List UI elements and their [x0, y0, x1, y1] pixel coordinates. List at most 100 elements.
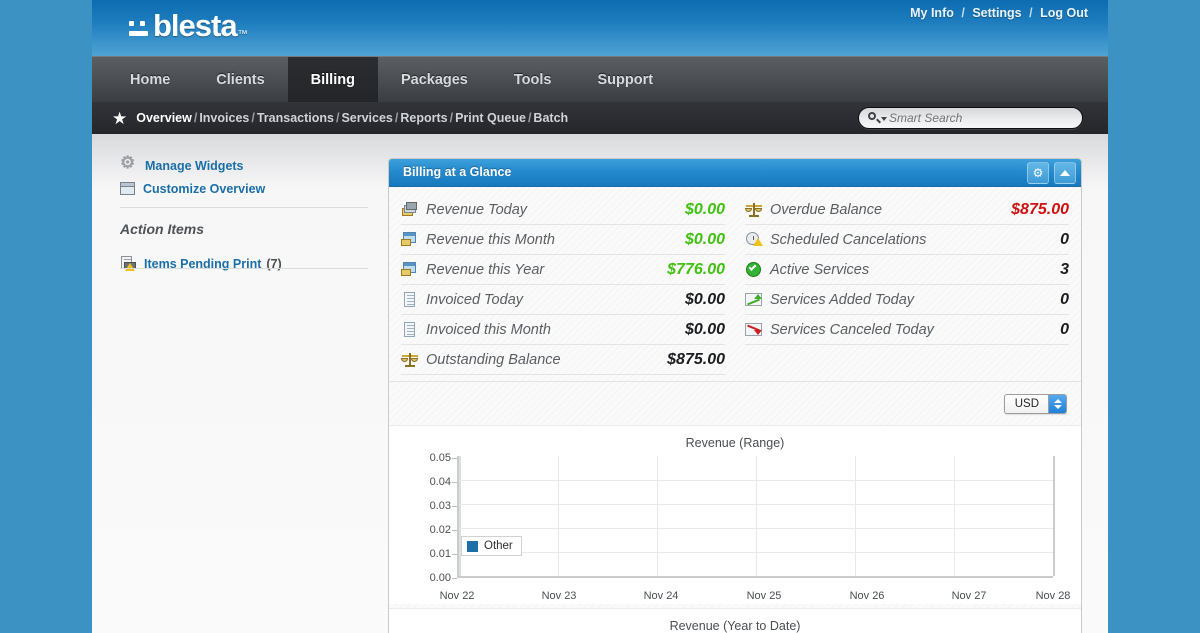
page-root: blesta ™ My Info / Settings / Log Out Ho… [0, 0, 1200, 633]
subnav-item-overview[interactable]: Overview [136, 111, 192, 125]
currency-select[interactable]: USD [1003, 393, 1067, 414]
settings-link[interactable]: Settings [972, 6, 1021, 20]
document-icon [401, 291, 419, 308]
y-axis-tick: 0.05 [429, 452, 451, 464]
sidebar-divider-1 [120, 207, 368, 208]
widget-header: Billing at a Glance ⚙ [389, 159, 1081, 187]
stat-revenue-this-month: Revenue this Month $0.00 [401, 225, 725, 255]
nav-item-home[interactable]: Home [107, 57, 193, 102]
stat-value: $875.00 [1011, 200, 1069, 218]
calendar-money-icon [401, 231, 419, 248]
stat-label: Overdue Balance [770, 201, 883, 218]
sidebar-item-manage-widgets[interactable]: Manage Widgets [120, 154, 370, 177]
widget-collapse-chevron-up-icon[interactable] [1054, 162, 1076, 184]
widget-settings-gear-icon[interactable]: ⚙ [1027, 162, 1049, 184]
top-header: blesta ™ My Info / Settings / Log Out [92, 0, 1108, 56]
x-axis-tick: Nov 23 [541, 590, 577, 602]
legend-swatch-icon [467, 540, 478, 552]
nav-item-billing[interactable]: Billing [287, 57, 378, 102]
trademark-symbol: ™ [237, 29, 248, 40]
nav-item-support[interactable]: Support [574, 57, 676, 102]
balance-scale-icon [745, 202, 763, 218]
stat-label: Outstanding Balance [426, 351, 561, 368]
stat-label: Revenue this Month [426, 231, 555, 248]
star-icon: ★ [112, 108, 128, 128]
subnav-item-batch[interactable]: Batch [533, 111, 568, 125]
stats-column-left: Revenue Today $0.00 Revenue this Month $… [401, 195, 735, 375]
subnav-item-transactions[interactable]: Transactions [257, 111, 334, 125]
search-icon[interactable] [868, 111, 887, 125]
sidebar-item-label: Manage Widgets [145, 158, 244, 173]
account-links: My Info / Settings / Log Out [910, 6, 1088, 20]
chart-up-icon [745, 292, 763, 308]
stat-value: 0 [1060, 290, 1069, 308]
subnav-item-services[interactable]: Services [341, 111, 392, 125]
widget-body: Revenue Today $0.00 Revenue this Month $… [389, 187, 1081, 633]
my-info-link[interactable]: My Info [910, 6, 954, 20]
stat-label: Services Canceled Today [770, 321, 934, 338]
subnav-item-invoices[interactable]: Invoices [199, 111, 249, 125]
x-axis-tick: Nov 26 [849, 590, 885, 602]
y-axis-tick: 0.04 [429, 476, 451, 488]
billing-at-a-glance-widget: Billing at a Glance ⚙ Revenue Today $0.0… [388, 158, 1082, 633]
stat-label: Scheduled Cancelations [770, 231, 927, 248]
blesta-logo[interactable]: blesta ™ [127, 8, 248, 43]
calendar-money-icon [401, 261, 419, 278]
nav-item-clients[interactable]: Clients [193, 57, 287, 102]
gear-icon [120, 154, 137, 173]
green-check-icon [745, 261, 763, 278]
stat-revenue-today: Revenue Today $0.00 [401, 195, 725, 225]
chart-down-icon [745, 322, 763, 338]
nav-item-packages[interactable]: Packages [378, 57, 491, 102]
y-axis-tick: 0.00 [429, 572, 451, 584]
stat-value: $0.00 [684, 290, 725, 308]
subnav-item-reports[interactable]: Reports [400, 111, 447, 125]
stat-value: $0.00 [684, 230, 725, 248]
chart-title: Revenue (Year to Date) [669, 619, 801, 633]
stat-label: Invoiced Today [426, 291, 524, 308]
subnav-sep-2: / [251, 111, 255, 125]
stat-active-services: Active Services 3 [745, 255, 1069, 285]
stat-value: $0.00 [684, 200, 725, 218]
stat-invoiced-today: Invoiced Today $0.00 [401, 285, 725, 315]
revenue-ytd-chart: Revenue (Year to Date) [389, 608, 1081, 633]
balance-scale-icon [401, 352, 419, 368]
search-input[interactable] [889, 111, 1069, 125]
stat-revenue-this-year: Revenue this Year $776.00 [401, 255, 725, 285]
sub-navigation: ★ Overview / Invoices / Transactions / Service… [92, 102, 1108, 134]
nav-item-tools[interactable]: Tools [491, 57, 575, 102]
action-items-title: Action Items [120, 221, 205, 237]
subnav-sep-5: / [449, 111, 454, 125]
sidebar: Manage Widgets Customize Overview [120, 154, 370, 200]
window-icon [120, 182, 135, 195]
blesta-logo-text: blesta [153, 8, 238, 43]
sidebar-item-customize-overview[interactable]: Customize Overview [120, 177, 370, 200]
sidebar-item-items-pending-print[interactable]: Items Pending Print (7) [120, 252, 370, 275]
sidebar-divider-2 [120, 268, 368, 269]
subnav-sep-1: / [193, 111, 198, 125]
main-navigation: Home Clients Billing Packages Tools Supp… [92, 56, 1108, 102]
stepper-arrows-icon[interactable] [1048, 394, 1066, 413]
body-region: Manage Widgets Customize Overview Action… [92, 134, 1108, 633]
stat-value: 0 [1060, 320, 1069, 338]
stat-value: 0 [1060, 230, 1069, 248]
stat-label: Active Services [770, 261, 870, 278]
subnav-sep-4: / [394, 111, 399, 125]
subnav-sep-3: / [335, 111, 340, 125]
sidebar-item-label: Customize Overview [143, 181, 266, 196]
log-out-link[interactable]: Log Out [1040, 6, 1088, 20]
subnav-item-print-queue[interactable]: Print Queue [455, 111, 526, 125]
x-axis-tick: Nov 27 [951, 590, 987, 602]
smart-search-box[interactable] [858, 107, 1083, 129]
plot-right-edge [1053, 456, 1055, 576]
stat-value: $875.00 [667, 350, 725, 368]
stat-outstanding-balance: Outstanding Balance $875.00 [401, 345, 725, 375]
x-axis-tick: Nov 22 [439, 590, 475, 602]
y-axis-tick: 0.03 [429, 500, 451, 512]
stat-value: $0.00 [684, 320, 725, 338]
stats-column-right: Overdue Balance $875.00 Scheduled Cancel… [735, 195, 1069, 375]
gridline-v [953, 456, 955, 576]
plot-region: Other [457, 456, 1055, 578]
y-axis-tick: 0.01 [429, 548, 451, 560]
document-icon [401, 321, 419, 338]
